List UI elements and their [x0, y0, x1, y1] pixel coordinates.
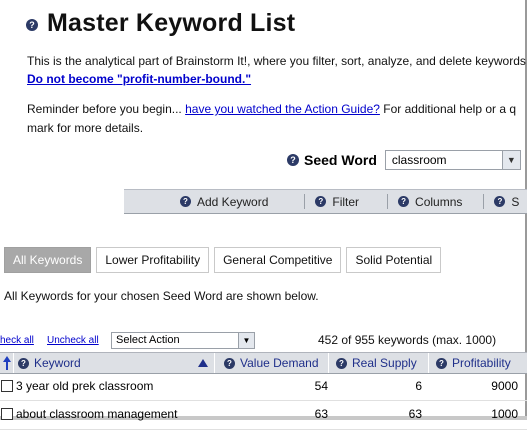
column-real-supply-label: Real Supply	[352, 356, 417, 370]
help-icon[interactable]: ?	[398, 196, 410, 207]
row-checkbox[interactable]	[1, 408, 13, 420]
column-profitability[interactable]: ? Profitability	[436, 353, 511, 373]
column-keyword-label: Keyword	[34, 356, 81, 370]
tab-lower-profitability[interactable]: Lower Profitability	[96, 247, 210, 273]
s-label: S	[511, 194, 520, 209]
seed-word-label: Seed Word	[304, 152, 377, 168]
chevron-down-icon[interactable]: ▼	[238, 333, 254, 348]
columns-label: Columns	[415, 194, 463, 209]
tab-description: All Keywords for your chosen Seed Word a…	[4, 289, 319, 303]
seed-word-value: classroom	[391, 153, 447, 167]
select-action-dropdown[interactable]: Select Action ▼	[111, 332, 255, 349]
toolbar-divider	[483, 194, 485, 209]
help-icon[interactable]: ?	[436, 357, 447, 369]
tab-solid-potential[interactable]: Solid Potential	[346, 247, 442, 273]
help-icon[interactable]: ?	[180, 196, 191, 207]
reminder-prefix: Reminder before you begin...	[27, 102, 182, 116]
columns-button[interactable]: ? Columns	[398, 190, 462, 213]
table-row[interactable]: 3 year old prek classroom 54 6 9000	[0, 372, 527, 401]
keyword-cell: 3 year old prek classroom	[16, 379, 154, 393]
profitability-cell: 9000	[491, 379, 518, 393]
help-icon[interactable]: ?	[26, 19, 38, 31]
sort-up-arrow-icon[interactable]	[2, 353, 12, 373]
add-keyword-label: Add Keyword	[197, 194, 269, 209]
sort-desc-icon[interactable]	[197, 353, 209, 373]
column-profitability-label: Profitability	[452, 356, 511, 370]
reminder-suffix: For additional help or a q	[383, 102, 517, 116]
help-icon[interactable]: ?	[336, 357, 347, 369]
value-demand-cell: 54	[314, 379, 328, 393]
profitability-cell: 1000	[491, 407, 518, 421]
check-all-link[interactable]: heck all	[0, 335, 34, 346]
toolbar-divider	[387, 194, 389, 209]
uncheck-all-link[interactable]: Uncheck all	[47, 335, 99, 346]
tab-general-competitive[interactable]: General Competitive	[214, 247, 342, 273]
reminder-text: Reminder before you begin... have you wa…	[27, 102, 516, 116]
help-icon[interactable]: ?	[18, 357, 29, 369]
toolbar-divider	[304, 194, 306, 209]
tab-all-keywords[interactable]: All Keywords	[4, 247, 92, 273]
keyword-count: 452 of 955 keywords (max. 1000)	[318, 333, 497, 347]
title-row: ? Master Keyword List	[26, 6, 295, 40]
profit-number-link[interactable]: Do not become "profit-number-bound."	[27, 72, 251, 86]
filter-button[interactable]: ? Filter	[315, 190, 359, 213]
action-row: heck all Uncheck all Select Action ▼ 452…	[0, 332, 527, 350]
value-demand-cell: 63	[314, 407, 328, 421]
help-icon[interactable]: ?	[315, 196, 327, 207]
reminder-line-2: mark for more details.	[27, 121, 144, 135]
column-value-demand[interactable]: ? Value Demand	[224, 353, 319, 373]
page-title: Master Keyword List	[47, 8, 296, 37]
keyword-cell: about classroom management	[16, 407, 178, 421]
filter-label: Filter	[332, 194, 360, 209]
help-icon[interactable]: ?	[287, 154, 299, 166]
intro-text: This is the analytical part of Brainstor…	[27, 54, 526, 68]
keyword-tabs: All Keywords Lower Profitability General…	[4, 247, 446, 273]
real-supply-cell: 63	[408, 407, 422, 421]
row-checkbox[interactable]	[1, 380, 13, 392]
table-row[interactable]: about classroom management 63 63 1000	[0, 401, 527, 430]
chevron-down-icon[interactable]: ▼	[501, 151, 520, 169]
help-icon[interactable]: ?	[224, 357, 235, 369]
add-keyword-button[interactable]: ? Add Keyword	[180, 190, 268, 213]
seed-word-select[interactable]: classroom ▼	[384, 150, 521, 170]
seed-word-row: ? Seed Word classroom ▼	[287, 150, 521, 170]
select-action-value: Select Action	[116, 334, 180, 346]
real-supply-cell: 6	[415, 379, 422, 393]
column-real-supply[interactable]: ? Real Supply	[336, 353, 417, 373]
column-keyword[interactable]: ? Keyword	[18, 353, 81, 373]
action-guide-link[interactable]: have you watched the Action Guide?	[185, 102, 380, 116]
keyword-toolbar: ? Add Keyword ? Filter ? Columns ? S	[124, 189, 527, 214]
s-button[interactable]: ? S	[494, 190, 519, 213]
help-icon[interactable]: ?	[494, 196, 506, 207]
table-header: ? Keyword ? Value Demand ? Real Supply ?…	[0, 352, 527, 374]
column-value-demand-label: Value Demand	[240, 356, 319, 370]
